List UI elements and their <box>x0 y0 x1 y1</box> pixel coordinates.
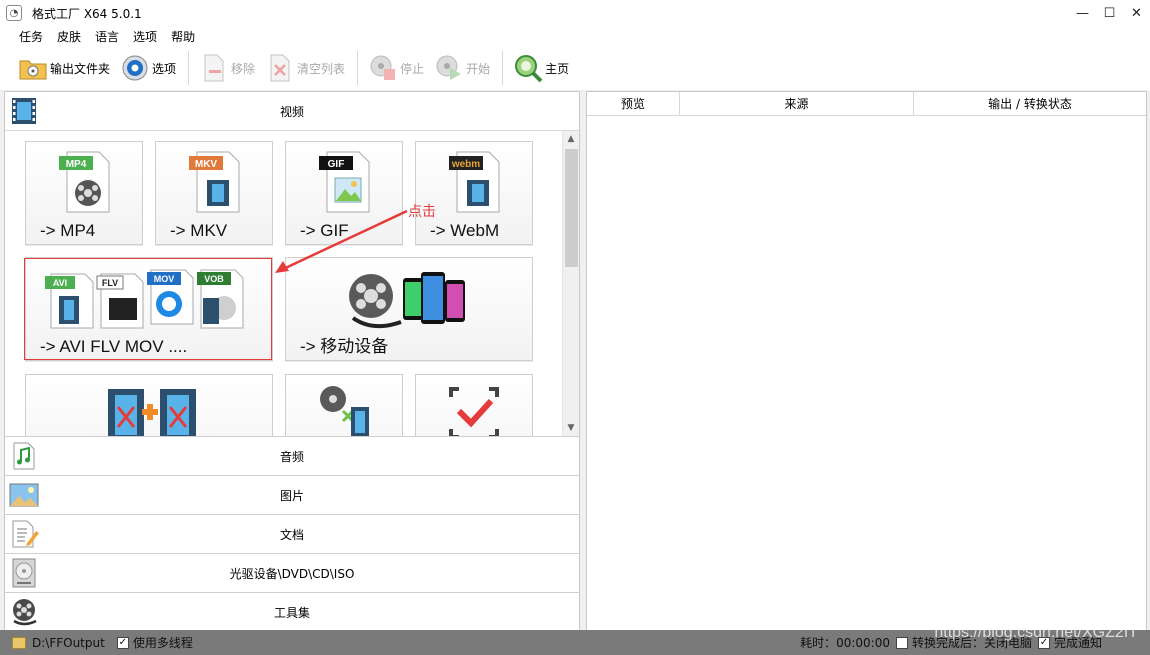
home-magnifier-icon <box>513 53 543 83</box>
column-preview[interactable]: 预览 <box>587 92 680 115</box>
close-button[interactable]: ✕ <box>1123 0 1150 26</box>
tile-mobile-device-label: -> 移动设备 <box>300 337 389 356</box>
task-list-header: 预览 来源 输出 / 转换状态 <box>587 92 1146 116</box>
svg-text:MP4: MP4 <box>66 159 87 170</box>
remove-label: 移除 <box>231 61 256 76</box>
video-join-icon <box>26 381 272 436</box>
category-toolbox[interactable]: 工具集 <box>5 592 579 631</box>
menu-options[interactable]: 选项 <box>126 28 164 45</box>
scroll-down-icon[interactable]: ▼ <box>563 420 579 436</box>
title-bar: ◔ 格式工厂 X64 5.0.1 — ☐ ✕ <box>0 0 1150 26</box>
clear-list-button[interactable]: 清空列表 <box>261 50 349 86</box>
column-source[interactable]: 来源 <box>680 92 914 115</box>
check-icon <box>416 381 532 436</box>
remove-button[interactable]: 移除 <box>195 50 259 86</box>
mp4-file-icon: MP4 <box>26 148 142 214</box>
category-image-label: 图片 <box>279 488 304 503</box>
start-button[interactable]: 开始 <box>430 50 494 86</box>
maximize-button[interactable]: ☐ <box>1096 0 1123 26</box>
category-document-label: 文档 <box>279 527 304 542</box>
picture-icon <box>9 480 39 510</box>
annotation-highlight-box <box>24 258 272 360</box>
scroll-thumb[interactable] <box>565 149 578 267</box>
stop-label: 停止 <box>400 61 425 76</box>
category-optical-drive-label: 光驱设备\DVD\CD\ISO <box>229 566 355 581</box>
annotation-click-label: 点击 <box>408 204 436 220</box>
watermark-text: https://blog.csdn.net/XGZ2IT <box>934 624 1138 641</box>
tile-mux[interactable] <box>285 374 403 436</box>
options-button[interactable]: 选项 <box>116 50 180 86</box>
category-optical-drive[interactable]: 光驱设备\DVD\CD\ISO <box>5 553 579 592</box>
home-button[interactable]: 主页 <box>509 50 573 86</box>
tile-mkv-label: -> MKV <box>170 221 228 240</box>
start-icon <box>434 53 464 83</box>
tile-video-join[interactable] <box>25 374 273 436</box>
minimize-button[interactable]: — <box>1069 0 1096 26</box>
tile-mp4[interactable]: MP4 -> MP4 <box>25 141 143 245</box>
category-video-header[interactable]: 视频 <box>5 92 579 131</box>
menu-skin[interactable]: 皮肤 <box>50 28 88 45</box>
menu-help[interactable]: 帮助 <box>164 28 202 45</box>
elapsed-time: 耗时：00:00:00 <box>800 636 890 650</box>
category-audio-label: 音频 <box>279 449 304 464</box>
svg-text:GIF: GIF <box>328 159 345 170</box>
stop-button[interactable]: 停止 <box>364 50 428 86</box>
svg-text:MKV: MKV <box>195 159 218 170</box>
folder-icon[interactable] <box>12 636 26 649</box>
svg-text:webm: webm <box>451 159 480 170</box>
document-pen-icon <box>9 519 39 549</box>
tile-check[interactable] <box>415 374 533 436</box>
category-image[interactable]: 图片 <box>5 475 579 514</box>
menu-bar: 任务 皮肤 语言 选项 帮助 <box>0 26 1150 46</box>
annotation-arrow-icon <box>275 209 408 273</box>
multithread-label: 使用多线程 <box>132 636 193 650</box>
music-note-icon <box>9 441 39 471</box>
start-label: 开始 <box>466 61 491 76</box>
output-folder-button[interactable]: 输出文件夹 <box>14 50 114 86</box>
category-document[interactable]: 文档 <box>5 514 579 553</box>
toolbar-separator <box>357 51 359 85</box>
home-label: 主页 <box>545 61 570 76</box>
stop-icon <box>368 53 398 83</box>
tile-mp4-label: -> MP4 <box>40 221 96 240</box>
optical-drive-icon <box>9 558 39 588</box>
after-convert-checkbox[interactable] <box>895 636 908 649</box>
output-path[interactable]: D:\FFOutput <box>32 636 105 650</box>
clear-list-label: 清空列表 <box>297 61 346 76</box>
category-video-label: 视频 <box>279 104 304 119</box>
tile-mkv[interactable]: MKV -> MKV <box>155 141 273 245</box>
clear-list-icon <box>265 53 295 83</box>
options-gear-icon <box>120 53 150 83</box>
film-icon <box>9 96 39 126</box>
toolbar-separator <box>502 51 504 85</box>
scroll-up-icon[interactable]: ▲ <box>563 131 579 147</box>
toolbox-reel-icon <box>9 597 39 627</box>
mux-icon <box>286 381 402 436</box>
tile-webm-label: -> WebM <box>430 221 500 240</box>
multithread-checkbox[interactable]: ✓ <box>116 636 129 649</box>
category-toolbox-label: 工具集 <box>273 605 310 620</box>
column-output-status[interactable]: 输出 / 转换状态 <box>914 92 1146 115</box>
window-title: 格式工厂 X64 5.0.1 <box>32 6 142 21</box>
menu-tasks[interactable]: 任务 <box>12 28 50 45</box>
toolbar-separator <box>188 51 190 85</box>
category-audio[interactable]: 音频 <box>5 436 579 475</box>
tiles-scrollbar[interactable]: ▲ ▼ <box>562 131 579 436</box>
remove-document-icon <box>199 53 229 83</box>
tile-webm[interactable]: webm -> WebM <box>415 141 533 245</box>
app-icon: ◔ <box>6 5 22 21</box>
video-tiles-area: MP4 -> MP4 MKV -> MKV GIF -> GIF webm ->… <box>5 131 579 436</box>
folder-icon <box>18 53 48 83</box>
output-folder-label: 输出文件夹 <box>50 61 111 76</box>
gif-file-icon: GIF <box>286 148 402 214</box>
menu-language[interactable]: 语言 <box>88 28 126 45</box>
category-panel: 视频 MP4 -> MP4 MKV -> MKV GIF -> GIF webm… <box>4 91 580 631</box>
task-list-panel: 预览 来源 输出 / 转换状态 <box>586 91 1147 631</box>
mkv-file-icon: MKV <box>156 148 272 214</box>
options-label: 选项 <box>152 61 177 76</box>
toolbar: 输出文件夹 选项 移除 清空列表 停止 开始 主页 <box>0 46 1150 90</box>
